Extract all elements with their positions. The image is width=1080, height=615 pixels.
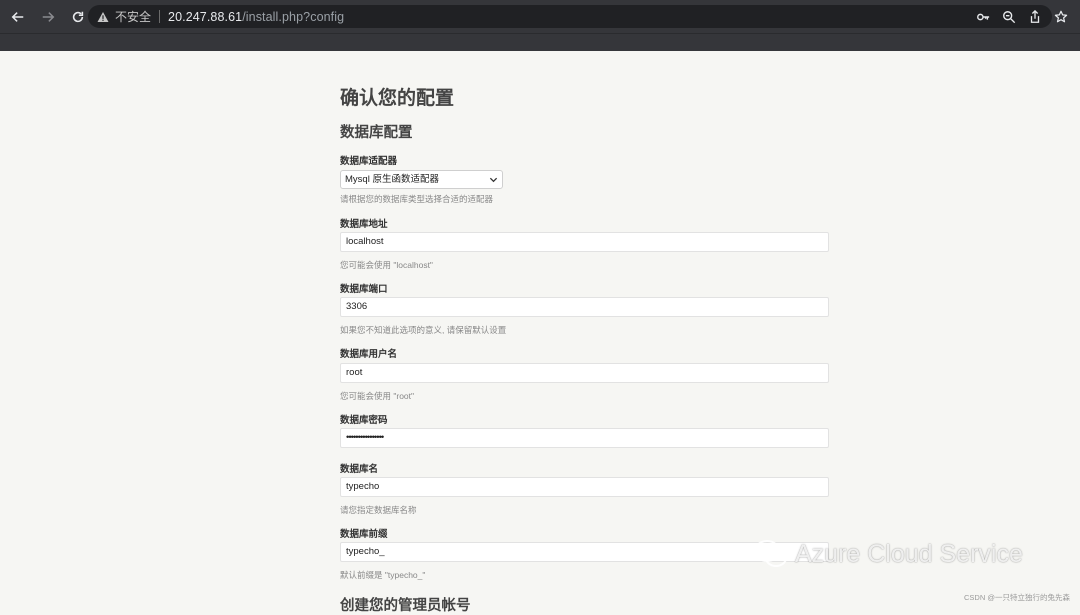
- back-icon[interactable]: [5, 4, 31, 30]
- db-name-label: 数据库名: [340, 464, 379, 475]
- browser-toolbar: 不安全 20.247.88.61/install.php?config: [0, 0, 1080, 33]
- db-name-input[interactable]: typecho: [340, 477, 829, 497]
- db-name-hint: 请您指定数据库名称: [340, 505, 417, 515]
- db-password-input[interactable]: ••••••••••••••••: [340, 428, 829, 448]
- db-port-input[interactable]: 3306: [340, 297, 829, 317]
- warning-icon: [97, 11, 109, 22]
- share-icon[interactable]: [1022, 4, 1048, 30]
- db-prefix-label: 数据库前缀: [340, 529, 388, 540]
- db-adapter-hint: 请根据您的数据库类型选择合适的适配器: [340, 194, 494, 204]
- db-host-input[interactable]: localhost: [340, 232, 829, 252]
- key-icon[interactable]: [970, 4, 996, 30]
- db-user-input[interactable]: root: [340, 363, 829, 383]
- db-host-label: 数据库地址: [340, 219, 388, 230]
- wechat-icon: [754, 540, 787, 567]
- db-adapter-label: 数据库适配器: [340, 156, 398, 167]
- db-user-hint: 您可能会使用 "root": [340, 391, 415, 401]
- db-host-hint: 您可能会使用 "localhost": [340, 260, 433, 270]
- url-host: 20.247.88.61: [168, 9, 243, 24]
- db-adapter-select[interactable]: Mysql 原生函数适配器: [340, 170, 503, 189]
- url-text[interactable]: 20.247.88.61/install.php?config: [168, 10, 344, 24]
- source-watermark: CSDN @一只特立独行的兔先森: [964, 593, 1070, 602]
- db-password-label: 数据库密码: [340, 415, 388, 426]
- db-user-label: 数据库用户名: [340, 349, 398, 360]
- db-section-title: 数据库配置: [340, 125, 413, 141]
- azure-watermark: Azure Cloud Service: [753, 538, 1023, 570]
- db-adapter-value: Mysql 原生函数适配器: [345, 174, 439, 185]
- chevron-down-icon: [489, 177, 498, 183]
- watermark-text: Azure Cloud Service: [795, 539, 1023, 568]
- db-prefix-hint: 默认前缀是 "typecho_": [340, 570, 426, 580]
- url-path: /install.php?config: [242, 9, 345, 24]
- forward-icon[interactable]: [35, 4, 61, 30]
- address-separator: [159, 10, 161, 23]
- toolbar-actions: [970, 0, 1074, 33]
- db-port-label: 数据库端口: [340, 284, 388, 295]
- page-title: 确认您的配置: [340, 88, 455, 109]
- zoom-icon[interactable]: [996, 4, 1022, 30]
- bookmark-star-icon[interactable]: [1048, 4, 1074, 30]
- security-label[interactable]: 不安全: [115, 8, 151, 25]
- address-bar[interactable]: 不安全 20.247.88.61/install.php?config: [88, 5, 1052, 28]
- browser-bottom-strip: [0, 33, 1080, 51]
- db-port-hint: 如果您不知道此选项的意义, 请保留默认设置: [340, 325, 507, 335]
